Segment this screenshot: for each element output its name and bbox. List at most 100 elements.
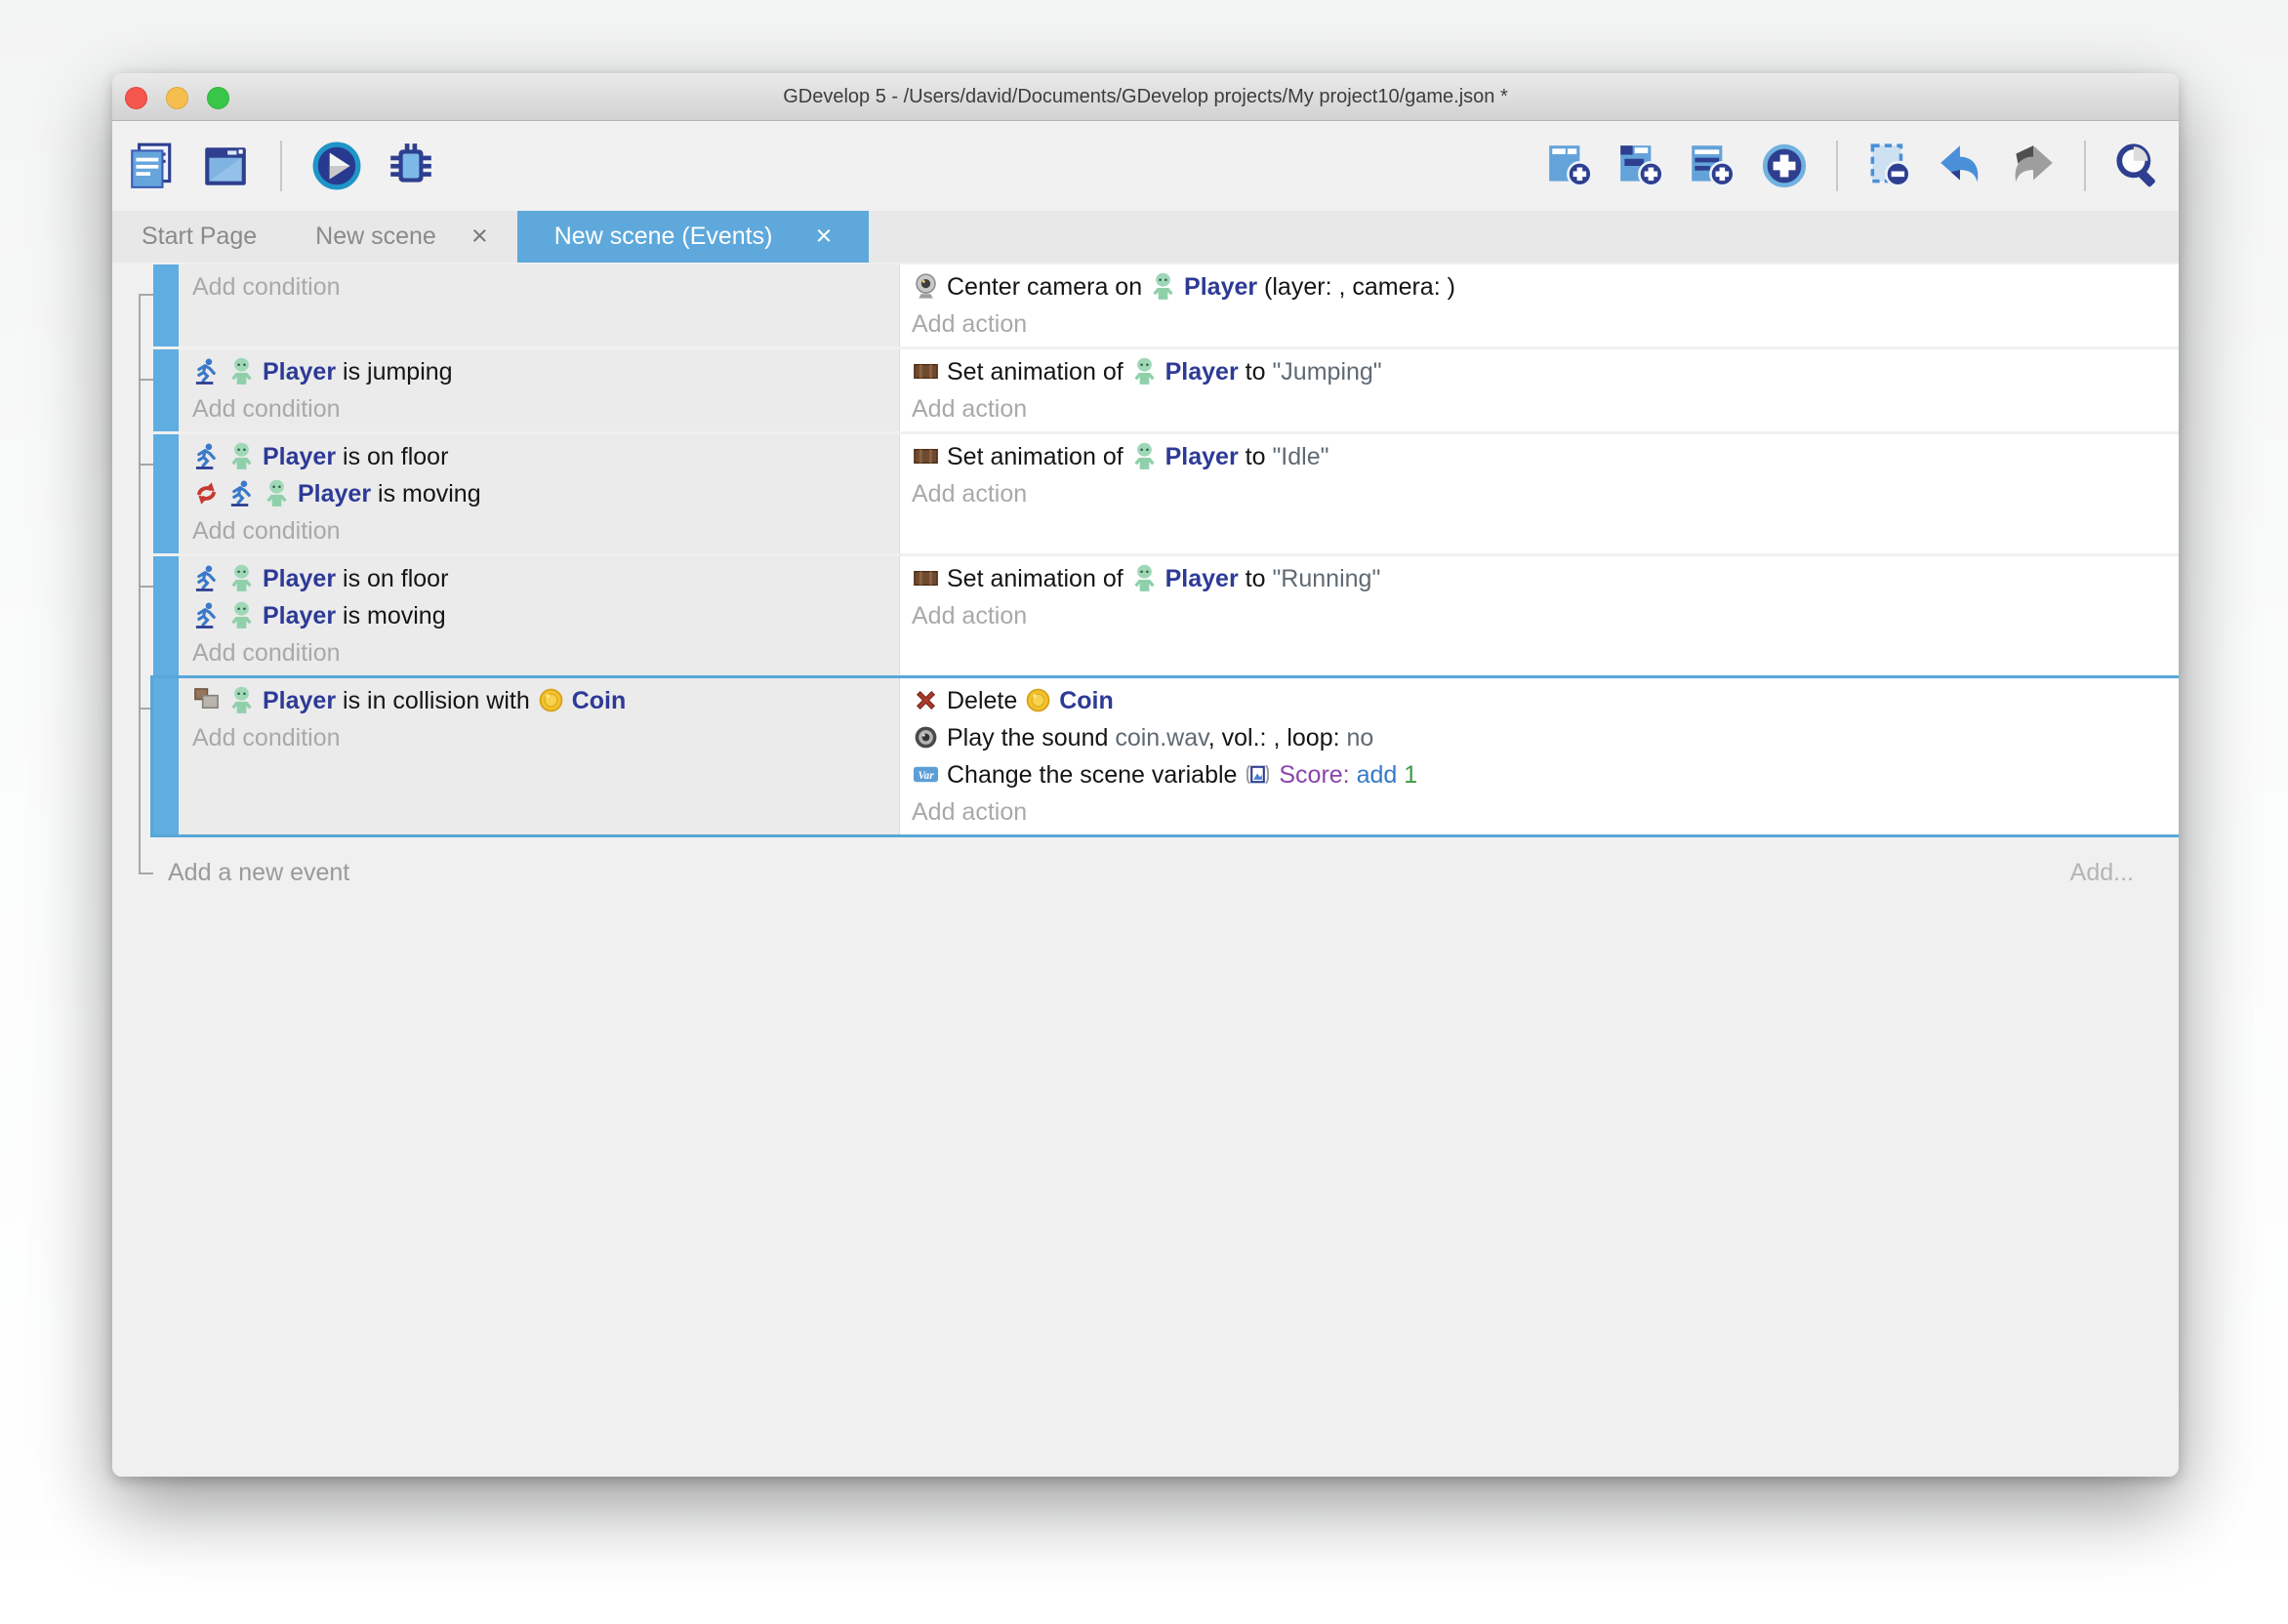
event-row[interactable]: Add condition Center camera on Player (la… bbox=[153, 264, 2179, 346]
tree-branch-line bbox=[139, 294, 153, 296]
actions-cell[interactable]: Set animation of Player to "Idle"Add act… bbox=[900, 434, 2179, 553]
event-text: add bbox=[1357, 761, 1398, 789]
conditions-cell[interactable]: Player is in collision with CoinAdd cond… bbox=[179, 678, 900, 834]
event-text: Coin bbox=[572, 687, 627, 714]
conditions-cell[interactable]: Player is on floorPlayer is movingAdd co… bbox=[179, 434, 900, 553]
tab-label: Start Page bbox=[142, 223, 257, 251]
action-line[interactable]: Set animation of Player to "Jumping" bbox=[912, 353, 2179, 390]
event-text: is on floor bbox=[336, 565, 448, 592]
toolbar-separator bbox=[1836, 141, 1838, 191]
coin-icon bbox=[1024, 686, 1052, 714]
tab-label: New scene (Events) bbox=[554, 223, 773, 251]
condition-line[interactable]: Player is moving bbox=[192, 475, 899, 512]
event-selection-bar[interactable] bbox=[153, 556, 179, 675]
event-row[interactable]: Player is on floorPlayer is movingAdd co… bbox=[153, 434, 2179, 553]
close-tab-icon[interactable]: × bbox=[471, 223, 488, 251]
add-action-button[interactable]: Add action bbox=[912, 305, 2179, 343]
event-text: "Running" bbox=[1272, 565, 1380, 592]
toolbar-separator bbox=[2084, 141, 2086, 191]
delete-event-icon[interactable] bbox=[1864, 141, 1915, 191]
add-action-button[interactable]: Add action bbox=[912, 390, 2179, 427]
action-line[interactable]: Set animation of Player to "Running" bbox=[912, 560, 2179, 597]
tree-branch-line bbox=[139, 464, 153, 466]
add-action-button[interactable]: Add action bbox=[912, 475, 2179, 512]
condition-line[interactable]: Player is moving bbox=[192, 597, 899, 634]
add-condition-button[interactable]: Add condition bbox=[192, 390, 899, 427]
event-row[interactable]: Player is in collision with CoinAdd cond… bbox=[153, 678, 2179, 834]
add-event-icon[interactable] bbox=[1545, 141, 1596, 191]
gdevelop-window: GDevelop 5 - /Users/david/Documents/GDev… bbox=[112, 73, 2179, 1477]
conditions-cell[interactable]: Add condition bbox=[179, 264, 900, 346]
add-action-button[interactable]: Add action bbox=[912, 793, 2179, 831]
search-icon[interactable] bbox=[2112, 141, 2163, 191]
event-text: is jumping bbox=[336, 358, 453, 386]
event-text: 1 bbox=[1404, 761, 1417, 789]
scene-editor-icon[interactable] bbox=[200, 141, 251, 191]
add-condition-button[interactable]: Add condition bbox=[192, 268, 899, 305]
action-line[interactable]: Center camera on Player (layer: , camera… bbox=[912, 268, 2179, 305]
event-selection-bar[interactable] bbox=[153, 349, 179, 431]
condition-line[interactable]: Player is on floor bbox=[192, 560, 899, 597]
tree-branch-line bbox=[139, 586, 153, 588]
event-selection-bar[interactable] bbox=[153, 678, 179, 834]
conditions-cell[interactable]: Player is on floorPlayer is movingAdd co… bbox=[179, 556, 900, 675]
platformer-icon bbox=[192, 357, 221, 386]
event-text: coin.wav bbox=[1115, 724, 1207, 751]
actions-cell[interactable]: Delete CoinPlay the sound coin.wav, vol.… bbox=[900, 678, 2179, 834]
event-text: is moving bbox=[371, 480, 481, 508]
actions-cell[interactable]: Set animation of Player to "Jumping"Add … bbox=[900, 349, 2179, 431]
event-text: Player bbox=[263, 687, 336, 714]
tree-branch-line bbox=[139, 708, 153, 710]
player-icon bbox=[227, 442, 256, 470]
event-text bbox=[1350, 761, 1357, 789]
condition-line[interactable]: Player is on floor bbox=[192, 438, 899, 475]
condition-line[interactable]: Player is jumping bbox=[192, 353, 899, 390]
player-icon bbox=[1149, 272, 1177, 301]
add-action-button[interactable]: Add action bbox=[912, 597, 2179, 634]
add-button-icon[interactable] bbox=[1759, 141, 1810, 191]
events-list: Add condition Center camera on Player (la… bbox=[153, 264, 2179, 837]
tab-new-scene[interactable]: New scene× bbox=[286, 211, 517, 263]
player-icon bbox=[1130, 442, 1159, 470]
tab-start-page[interactable]: Start Page bbox=[112, 211, 286, 263]
animation-icon bbox=[912, 442, 940, 470]
close-tab-icon[interactable]: × bbox=[815, 223, 832, 251]
action-line[interactable]: Play the sound coin.wav, vol.: , loop: n… bbox=[912, 719, 2179, 756]
toolbar bbox=[112, 121, 2179, 211]
tree-branch-line bbox=[139, 873, 153, 874]
event-text: Score: bbox=[1279, 761, 1349, 789]
tab-new-scene-events[interactable]: New scene (Events) × bbox=[517, 211, 870, 263]
event-row[interactable]: Player is on floorPlayer is movingAdd co… bbox=[153, 556, 2179, 675]
delete-icon bbox=[912, 686, 940, 714]
actions-cell[interactable]: Center camera on Player (layer: , camera… bbox=[900, 264, 2179, 346]
action-line[interactable]: Delete Coin bbox=[912, 682, 2179, 719]
undo-icon[interactable] bbox=[1936, 141, 1986, 191]
project-manager-icon[interactable] bbox=[126, 141, 177, 191]
events-sheet[interactable]: Add condition Center camera on Player (la… bbox=[112, 263, 2179, 1477]
variable-icon: Var bbox=[912, 760, 940, 789]
add-condition-button[interactable]: Add condition bbox=[192, 634, 899, 671]
action-line[interactable]: Set animation of Player to "Idle" bbox=[912, 438, 2179, 475]
redo-icon[interactable] bbox=[2007, 141, 2058, 191]
tree-trunk-line bbox=[139, 294, 141, 874]
add-condition-button[interactable]: Add condition bbox=[192, 719, 899, 756]
conditions-cell[interactable]: Player is jumpingAdd condition bbox=[179, 349, 900, 431]
event-text: no bbox=[1347, 724, 1374, 751]
add-condition-button[interactable]: Add condition bbox=[192, 512, 899, 549]
play-icon[interactable] bbox=[311, 141, 362, 191]
player-icon bbox=[227, 357, 256, 386]
action-line[interactable]: VarChange the scene variable Score: add … bbox=[912, 756, 2179, 793]
event-row[interactable]: Player is jumpingAdd conditionSet animat… bbox=[153, 349, 2179, 431]
add-subevent-icon[interactable] bbox=[1616, 141, 1667, 191]
collision-icon bbox=[192, 686, 221, 714]
debug-icon[interactable] bbox=[386, 141, 436, 191]
sound-icon bbox=[912, 723, 940, 751]
add-more-button[interactable]: Add... bbox=[2070, 853, 2134, 892]
titlebar[interactable]: GDevelop 5 - /Users/david/Documents/GDev… bbox=[112, 73, 2179, 121]
add-comment-icon[interactable] bbox=[1688, 141, 1738, 191]
event-selection-bar[interactable] bbox=[153, 264, 179, 346]
condition-line[interactable]: Player is in collision with Coin bbox=[192, 682, 899, 719]
add-new-event-button[interactable]: Add a new event bbox=[168, 853, 349, 892]
event-selection-bar[interactable] bbox=[153, 434, 179, 553]
actions-cell[interactable]: Set animation of Player to "Running"Add … bbox=[900, 556, 2179, 675]
